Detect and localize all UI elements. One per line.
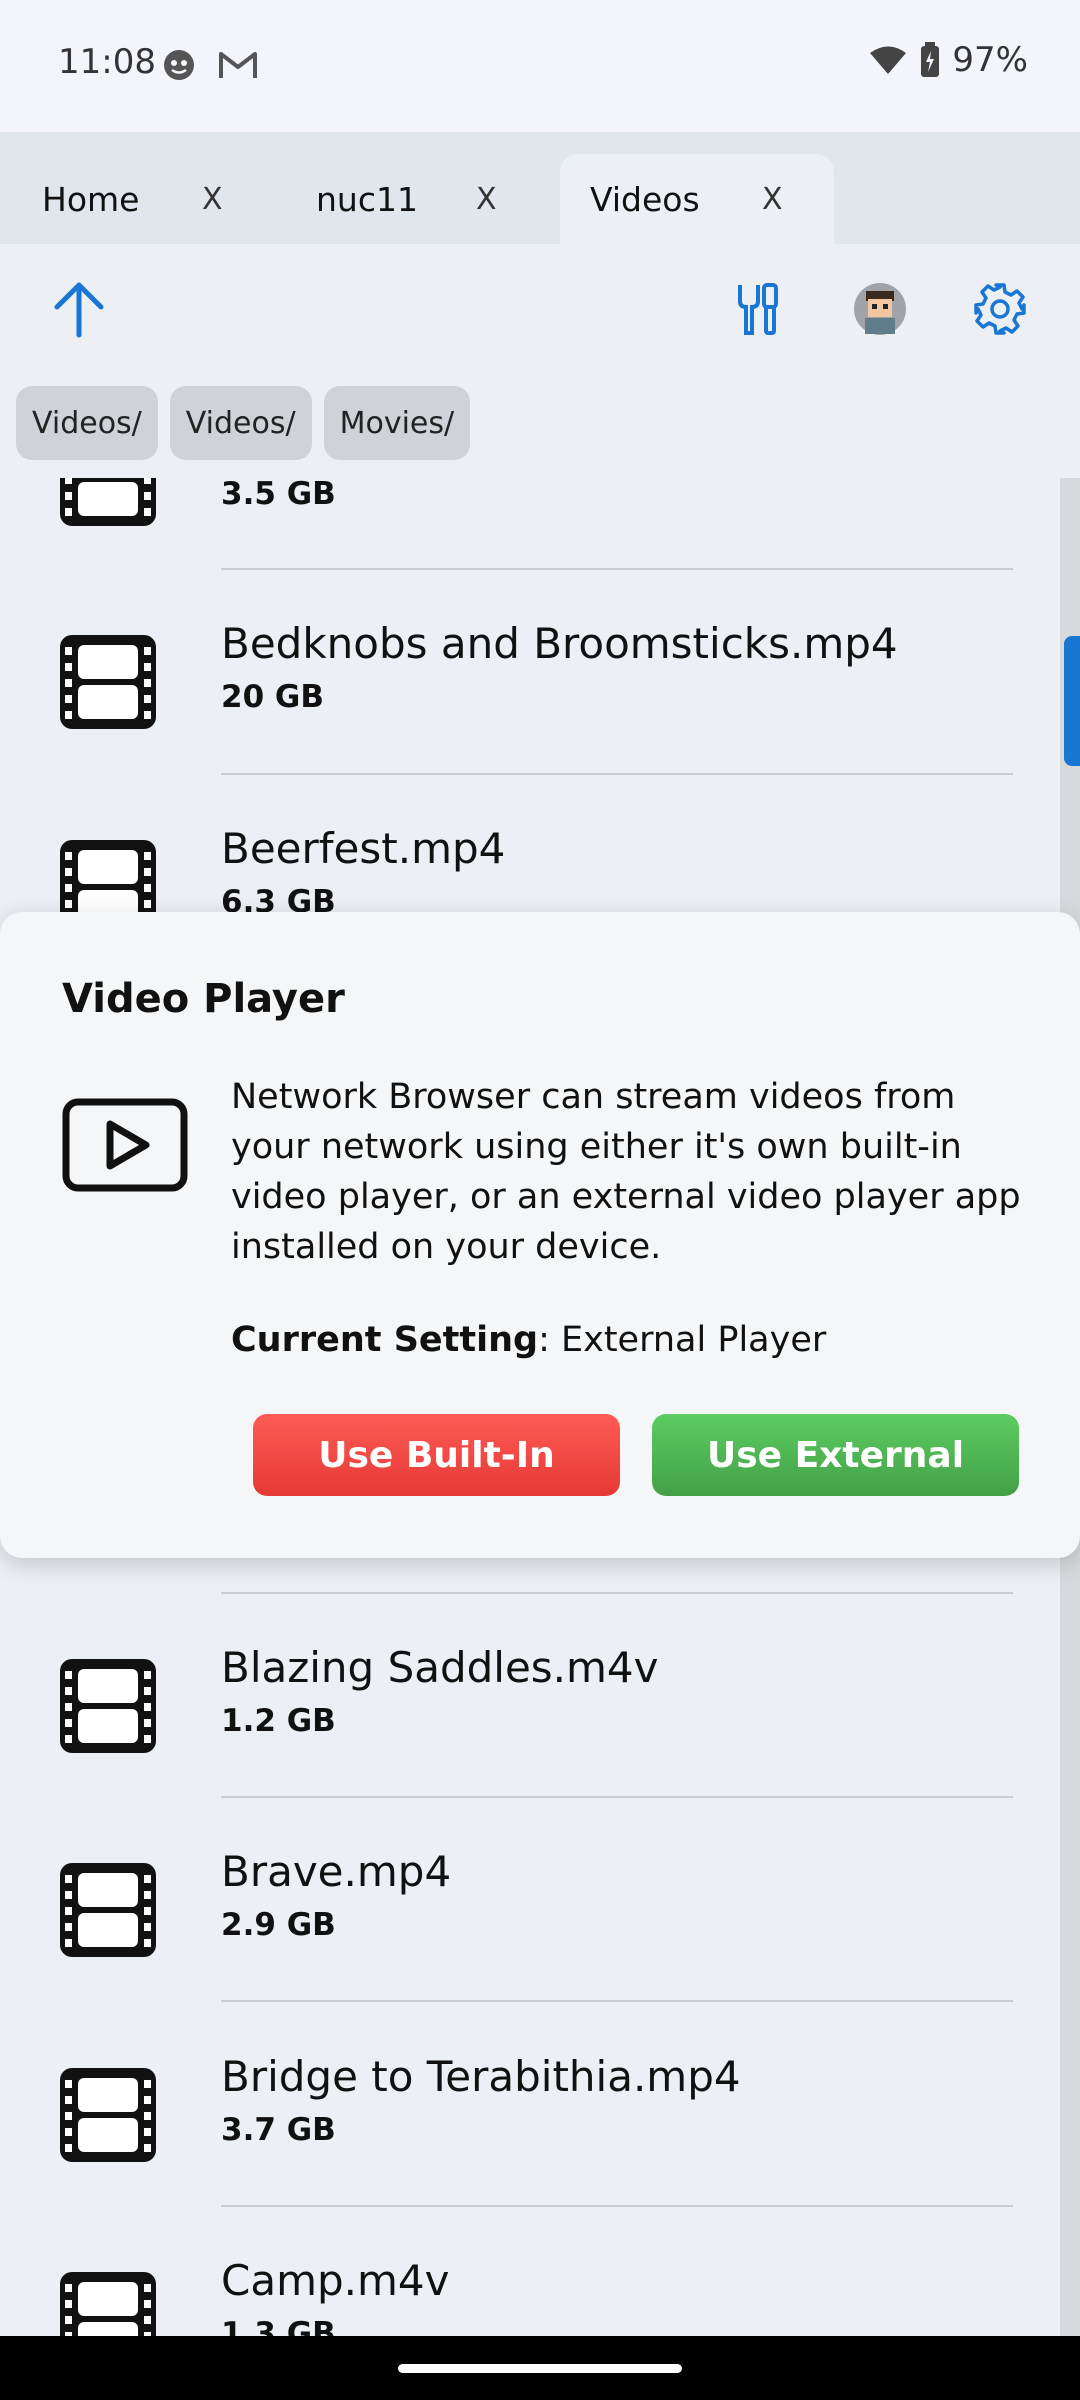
tab-close-button[interactable]: X — [202, 182, 223, 217]
file-name: Beerfest.mp4 — [221, 824, 506, 873]
list-item[interactable]: Camp.m4v 1.3 GB — [0, 2208, 1060, 2336]
arrow-up-icon — [54, 282, 104, 338]
divider — [221, 1592, 1013, 1594]
list-item[interactable]: Brave.mp4 2.9 GB — [0, 1799, 1060, 2004]
status-time: 11:08 — [58, 42, 156, 82]
user-avatar-button[interactable] — [845, 274, 915, 344]
video-file-icon — [60, 635, 156, 729]
divider — [221, 2000, 1013, 2002]
video-file-icon — [60, 2272, 156, 2336]
gear-icon — [974, 283, 1026, 335]
dialog-title: Video Player — [62, 976, 345, 1022]
scrollbar-thumb[interactable] — [1064, 636, 1080, 766]
divider — [221, 2205, 1013, 2207]
up-button[interactable] — [44, 274, 114, 344]
tab-label: Videos — [590, 179, 700, 219]
setting-value: : External Player — [538, 1320, 827, 1360]
gmail-icon — [219, 52, 257, 78]
tab-home[interactable]: Home X — [0, 154, 262, 244]
breadcrumb: Videos/ Videos/ Movies/ — [16, 386, 471, 460]
video-file-icon — [60, 1863, 156, 1957]
play-icon — [62, 1098, 188, 1192]
navigation-bar — [0, 2336, 1080, 2400]
tab-videos[interactable]: Videos X — [560, 154, 834, 244]
tab-close-button[interactable]: X — [476, 182, 497, 217]
breadcrumb-item[interactable]: Videos/ — [169, 386, 312, 460]
file-name: Blazing Saddles.m4v — [221, 1643, 659, 1692]
tab-label: nuc11 — [316, 179, 418, 219]
file-name: Camp.m4v — [221, 2256, 450, 2305]
breadcrumb-item[interactable]: Videos/ — [16, 386, 158, 460]
file-size: 1.2 GB — [221, 1703, 336, 1739]
settings-button[interactable] — [965, 274, 1035, 344]
use-external-button[interactable]: Use External — [652, 1414, 1019, 1496]
list-item[interactable]: Bridge to Terabithia.mp4 3.7 GB — [0, 2004, 1060, 2209]
file-name: Bedknobs and Broomsticks.mp4 — [221, 619, 898, 668]
status-bar: 11:08 97% — [0, 0, 1080, 132]
battery-icon — [921, 42, 940, 77]
file-size: 1.3 GB — [221, 2316, 336, 2336]
divider — [221, 1796, 1013, 1798]
file-size: 3.5 GB — [221, 478, 336, 512]
toolbar — [0, 244, 1080, 372]
home-gesture-handle[interactable] — [398, 2364, 682, 2373]
divider — [221, 773, 1013, 775]
list-item[interactable]: Blazing Saddles.m4v 1.2 GB — [0, 1595, 1060, 1800]
list-item[interactable]: Bedknobs and Broomsticks.mp4 20 GB — [0, 571, 1060, 776]
video-file-icon — [60, 1659, 156, 1753]
list-item[interactable]: 3.5 GB — [0, 478, 1060, 573]
video-file-icon — [60, 478, 156, 526]
file-name: Bridge to Terabithia.mp4 — [221, 2052, 741, 2101]
video-player-dialog: Video Player Network Browser can stream … — [0, 912, 1080, 1558]
setting-label: Current Setting — [231, 1320, 539, 1360]
tab-label: Home — [42, 179, 140, 219]
battery-percent: 97% — [952, 40, 1028, 80]
file-size: 20 GB — [221, 679, 325, 715]
tools-icon — [738, 283, 778, 335]
wifi-icon — [870, 46, 907, 74]
divider — [221, 568, 1013, 570]
avatar — [854, 283, 906, 335]
tab-nuc11[interactable]: nuc11 X — [274, 154, 536, 244]
breadcrumb-item[interactable]: Movies/ — [323, 386, 471, 460]
video-file-icon — [60, 2068, 156, 2162]
file-size: 2.9 GB — [221, 1907, 336, 1943]
tab-close-button[interactable]: X — [762, 182, 783, 217]
use-built-in-button[interactable]: Use Built-In — [253, 1414, 620, 1496]
file-size: 3.7 GB — [221, 2112, 336, 2148]
tab-bar: Home X nuc11 X Videos X — [0, 132, 1080, 244]
tools-button[interactable] — [722, 274, 792, 344]
file-name: Brave.mp4 — [221, 1847, 452, 1896]
notification-app-icon — [164, 50, 194, 80]
dialog-message: Network Browser can stream videos from y… — [231, 1077, 1021, 1267]
current-setting: Current Setting: External Player — [231, 1320, 826, 1360]
